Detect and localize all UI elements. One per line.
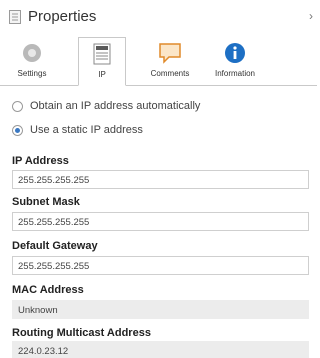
collapse-icon[interactable]: › — [309, 9, 313, 23]
subnet-mask-field[interactable]: 255.255.255.255 — [12, 212, 309, 231]
ip-address-label: IP Address — [12, 155, 69, 167]
comment-icon — [159, 43, 181, 64]
routing-multicast-value: 224.0.23.12 — [12, 341, 309, 358]
radio-button[interactable] — [12, 125, 23, 136]
subnet-mask-label: Subnet Mask — [12, 196, 80, 208]
tab-label: Comments — [150, 69, 190, 78]
panel-header: Properties › — [0, 0, 317, 34]
gear-icon — [23, 44, 41, 62]
tab-settings[interactable]: Settings — [8, 37, 56, 84]
radio-button[interactable] — [12, 101, 23, 112]
tab-label: Information — [214, 69, 256, 78]
tab-comments[interactable]: Comments — [140, 37, 200, 84]
default-gateway-label: Default Gateway — [12, 240, 98, 252]
ip-document-icon — [93, 43, 111, 65]
routing-multicast-label: Routing Multicast Address — [12, 327, 151, 339]
info-icon — [225, 43, 245, 63]
tab-strip: Settings IP Comments Information — [0, 37, 317, 86]
properties-icon — [9, 10, 21, 24]
radio-label: Obtain an IP address automatically — [30, 100, 201, 112]
panel-title: Properties — [28, 8, 97, 25]
default-gateway-field[interactable]: 255.255.255.255 — [12, 256, 309, 275]
ip-address-field[interactable]: 255.255.255.255 — [12, 170, 309, 189]
mac-address-label: MAC Address — [12, 284, 84, 296]
radio-label: Use a static IP address — [30, 124, 143, 136]
tab-label: Settings — [17, 69, 47, 78]
mac-address-value: Unknown — [12, 300, 309, 319]
tab-label: IP — [98, 70, 106, 79]
tab-ip[interactable]: IP — [78, 37, 126, 86]
tab-information[interactable]: Information — [204, 37, 266, 84]
